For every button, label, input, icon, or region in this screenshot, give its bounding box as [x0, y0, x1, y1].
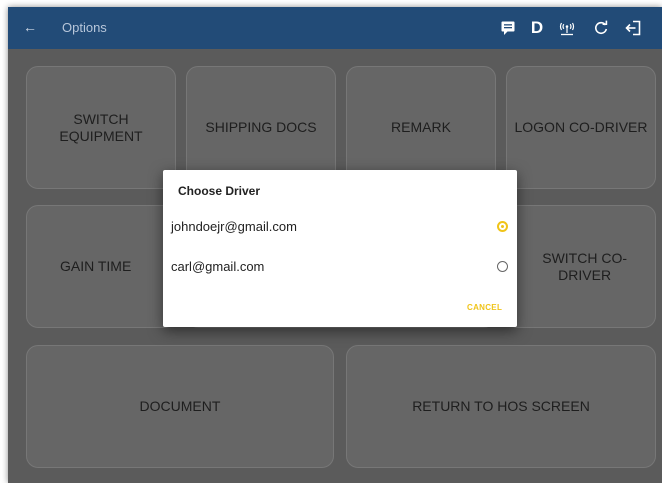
- signal-icon[interactable]: [557, 18, 577, 38]
- app-bar: ← Options D: [8, 7, 662, 49]
- gain-time-button[interactable]: GAIN TIME: [26, 205, 176, 328]
- message-icon[interactable]: [498, 18, 518, 38]
- radio-unselected-icon[interactable]: [497, 261, 508, 272]
- refresh-icon[interactable]: [591, 18, 611, 38]
- driver-email: carl@gmail.com: [171, 259, 265, 274]
- return-to-hos-button[interactable]: RETURN TO HOS SCREEN: [346, 345, 656, 468]
- document-button[interactable]: DOCUMENT: [26, 345, 334, 468]
- driver-d-icon[interactable]: D: [527, 18, 547, 38]
- tile-label: SWITCH CO- DRIVER: [542, 249, 627, 283]
- back-arrow-icon[interactable]: ←: [23, 17, 43, 37]
- tile-label: SWITCH EQUIPMENT: [59, 110, 143, 144]
- driver-option-carl[interactable]: carl@gmail.com: [163, 252, 517, 282]
- radio-selected-icon[interactable]: [497, 221, 508, 232]
- tile-label: SHIPPING DOCS: [205, 119, 317, 135]
- cancel-button[interactable]: CANCEL: [467, 303, 502, 312]
- logout-icon[interactable]: [623, 18, 643, 38]
- driver-option-johndoejr[interactable]: johndoejr@gmail.com: [163, 212, 517, 242]
- tile-label: GAIN TIME: [60, 258, 132, 274]
- tile-label: LOGON CO-DRIVER: [514, 119, 648, 135]
- logon-co-driver-button[interactable]: LOGON CO-DRIVER: [506, 66, 656, 189]
- tile-label: RETURN TO HOS SCREEN: [412, 398, 590, 414]
- page-title: Options: [62, 20, 107, 35]
- switch-co-driver-button[interactable]: SWITCH CO- DRIVER: [506, 205, 656, 328]
- choose-driver-dialog: Choose Driver johndoejr@gmail.com carl@g…: [163, 170, 517, 327]
- tile-label: DOCUMENT: [139, 398, 221, 414]
- switch-equipment-button[interactable]: SWITCH EQUIPMENT: [26, 66, 176, 189]
- dialog-title: Choose Driver: [178, 184, 261, 198]
- tile-label: REMARK: [391, 119, 451, 135]
- driver-email: johndoejr@gmail.com: [171, 219, 297, 234]
